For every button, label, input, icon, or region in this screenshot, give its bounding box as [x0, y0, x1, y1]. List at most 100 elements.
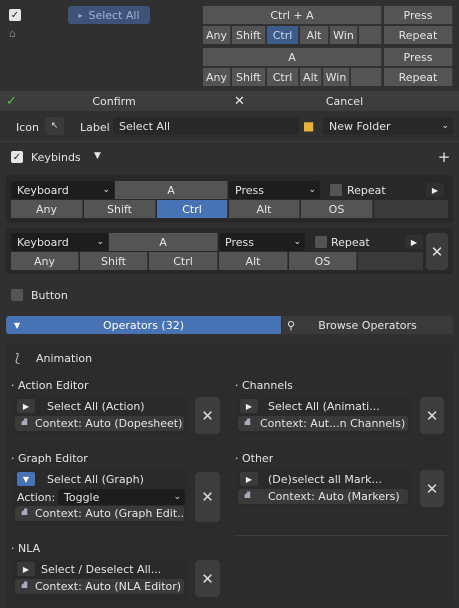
chevron-down-icon: ▼ — [14, 320, 21, 330]
device-select[interactable]: Keyboard ⌄ — [11, 181, 114, 199]
operator-label: Select All (Graph) — [47, 473, 144, 486]
button-checkbox[interactable] — [11, 289, 23, 301]
repeat-label: Repeat — [331, 236, 370, 249]
mod-shift[interactable]: Shift — [80, 252, 148, 270]
context-field[interactable]: ⛘ Context: Auto (Graph Edit... — [15, 506, 184, 521]
remove-operator-button[interactable]: ✕ — [195, 560, 220, 597]
remove-operator-button[interactable]: ✕ — [420, 470, 444, 507]
mod-ctrl-active[interactable]: Ctrl — [157, 200, 228, 218]
hotkey-display: Ctrl + A — [203, 6, 382, 24]
play-icon[interactable]: ▶ — [405, 235, 423, 249]
event-select[interactable]: Press ⌄ — [219, 233, 305, 251]
mod-shift[interactable]: Shift — [84, 200, 156, 218]
mod-alt-2: Alt — [300, 68, 322, 86]
search-icon: ⚲ — [287, 318, 296, 332]
key-button[interactable]: A — [115, 181, 228, 199]
repeat-checkbox[interactable] — [330, 184, 342, 196]
icon-label: Icon — [16, 121, 39, 134]
mod-any[interactable]: Any — [11, 252, 79, 270]
mod-any: Any — [203, 26, 231, 44]
keybinds-checkbox[interactable]: ✓ — [11, 151, 23, 163]
mod-os[interactable]: OS — [301, 200, 373, 218]
context-icon: ⛘ — [20, 506, 29, 518]
confirm-label: Confirm — [92, 94, 136, 108]
mod-ctrl[interactable]: Ctrl — [149, 252, 218, 270]
context-field[interactable]: ⛘ Context: Auto (Markers) — [238, 489, 408, 504]
animation-icon: ⟅ — [15, 351, 20, 365]
select-all-button[interactable]: ▸ Select All — [68, 6, 150, 24]
event-value: Press — [225, 235, 254, 249]
remove-operator-button[interactable]: ✕ — [195, 472, 220, 522]
event-display-2: Press — [384, 48, 453, 66]
chevron-down-icon: ▼ — [17, 472, 35, 486]
remove-keybind-button[interactable]: ✕ — [426, 233, 448, 270]
operator-button[interactable]: ▼ Select All (Graph) — [15, 472, 184, 487]
action-label: Action: — [17, 491, 56, 504]
operator-button[interactable]: ▶ Select / Deselect All... — [15, 562, 184, 577]
operator-button[interactable]: ▶ (De)select all Mark... — [238, 472, 408, 487]
play-icon: ▶ — [17, 562, 35, 576]
device-value: Keyboard — [17, 183, 69, 197]
repeat-display-2: Repeat — [384, 68, 453, 86]
remove-operator-button[interactable]: ✕ — [195, 397, 220, 434]
checkmark-icon: ✓ — [6, 93, 17, 109]
context-field[interactable]: ⛘ Context: Auto (Dopesheet) — [15, 416, 184, 431]
chevron-down-icon: ⌄ — [96, 237, 104, 247]
mod-alt[interactable]: Alt — [219, 252, 288, 270]
play-icon[interactable]: ▶ — [426, 183, 444, 197]
context-icon: ⛘ — [20, 416, 29, 428]
action-value: Toggle — [64, 490, 100, 504]
device-value: Keyboard — [17, 235, 69, 249]
confirm-button[interactable]: ✓ Confirm — [0, 91, 228, 111]
key-button[interactable]: A — [109, 233, 218, 251]
play-icon: ▶ — [17, 399, 35, 413]
repeat-label: Repeat — [347, 184, 386, 197]
remove-operator-button[interactable]: ✕ — [420, 397, 444, 434]
divider — [0, 141, 459, 142]
folder-select[interactable]: New Folder ⌄ — [323, 117, 453, 135]
add-keybind-button[interactable]: + — [435, 148, 453, 166]
mod-empty — [358, 252, 423, 270]
operators-tab[interactable]: ▼ Operators (32) — [6, 316, 281, 334]
context-label: Context: Auto (NLA Editor) — [35, 580, 182, 593]
operator-label: Select All (Action) — [47, 400, 145, 413]
cancel-button[interactable]: ✕ Cancel — [230, 91, 459, 111]
enable-checkbox[interactable]: ✓ — [9, 9, 21, 21]
device-select[interactable]: Keyboard ⌄ — [11, 233, 108, 251]
label-input[interactable]: Select All — [113, 117, 299, 135]
mod-os[interactable]: OS — [289, 252, 357, 270]
icon-picker-button[interactable]: ↖ — [45, 117, 64, 135]
chevron-down-icon: ⌄ — [102, 185, 110, 195]
operator-button[interactable]: ▶ Select All (Animati... — [238, 399, 408, 414]
chevron-down-icon[interactable]: ▼ — [94, 151, 101, 161]
context-icon: ⛘ — [243, 416, 252, 428]
label-label: Label — [80, 121, 110, 134]
play-icon: ▶ — [240, 399, 258, 413]
operator-label: Select / Deselect All... — [41, 563, 162, 576]
folder-icon[interactable]: ■ — [303, 119, 319, 133]
mod-empty-2 — [351, 68, 382, 86]
cursor-icon: ↖ — [50, 121, 59, 131]
category-title: Animation — [36, 352, 93, 365]
context-label: Context: Auto (Markers) — [268, 490, 400, 503]
mod-win: Win — [330, 26, 358, 44]
key-display: A — [203, 48, 382, 66]
cancel-label: Cancel — [325, 94, 364, 108]
group-title-nla: · NLA — [11, 542, 41, 555]
select-all-label: Select All — [88, 8, 140, 22]
repeat-checkbox[interactable] — [315, 236, 327, 248]
operator-button[interactable]: ▶ Select All (Action) — [15, 399, 184, 414]
mod-shift: Shift — [232, 26, 266, 44]
chevron-down-icon: ⌄ — [293, 237, 301, 247]
event-select[interactable]: Press ⌄ — [229, 181, 320, 199]
mod-alt[interactable]: Alt — [229, 200, 300, 218]
context-field[interactable]: ⛘ Context: Auto (NLA Editor) — [15, 579, 184, 594]
mod-ctrl-active: Ctrl — [267, 26, 299, 44]
browse-operators-button[interactable]: ⚲ Browse Operators — [282, 316, 453, 334]
play-icon: ▶ — [240, 472, 258, 486]
context-label: Context: Aut...n Channels) — [260, 417, 406, 430]
action-select[interactable]: Toggle ⌄ — [58, 489, 185, 505]
mod-alt: Alt — [300, 26, 329, 44]
mod-any[interactable]: Any — [11, 200, 83, 218]
context-field[interactable]: ⛘ Context: Aut...n Channels) — [238, 416, 408, 431]
